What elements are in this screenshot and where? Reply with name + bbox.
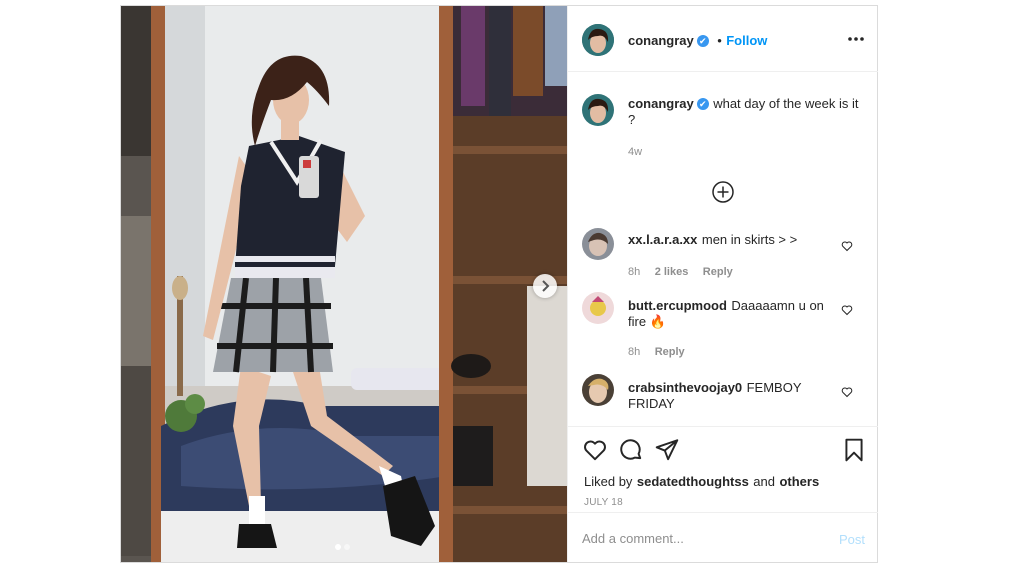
- heart-icon[interactable]: [582, 437, 608, 463]
- caption-body: conangray ✔ what day of the week is it ?: [628, 96, 860, 128]
- ellipsis-icon[interactable]: [847, 30, 865, 48]
- carousel-next-button[interactable]: [533, 274, 557, 298]
- chevron-right-icon: [542, 280, 550, 292]
- add-comment-bar: Post: [568, 512, 878, 562]
- comment-reply-button[interactable]: Reply: [655, 346, 685, 358]
- plus-circle-icon[interactable]: [711, 180, 735, 204]
- comment-age: 8h: [628, 266, 641, 278]
- avatar-image: [582, 374, 614, 406]
- comment-avatar[interactable]: [582, 228, 614, 260]
- comment-input[interactable]: [582, 528, 822, 548]
- carousel-dot-active: [335, 544, 341, 550]
- comment-body: butt.ercupmood Daaaaamn u on fire 🔥: [628, 298, 838, 330]
- header-user-line: conangray ✔ • Follow: [628, 32, 767, 50]
- header-username[interactable]: conangray: [628, 33, 694, 48]
- caption: conangray ✔ what day of the week is it ? …: [568, 72, 878, 172]
- comment-heart-icon[interactable]: [841, 304, 853, 316]
- comment-age: 8h: [628, 346, 641, 358]
- comment-meta: 8h 2 likes Reply: [628, 262, 733, 280]
- comment-username[interactable]: butt.ercupmood: [628, 298, 727, 313]
- comment-body: xx.l.a.r.a.xx men in skirts > >: [628, 232, 838, 248]
- avatar-image: [582, 228, 614, 260]
- post-photo[interactable]: [121, 6, 567, 562]
- post-date: JULY 18: [584, 497, 623, 508]
- liked-by-and: and: [753, 474, 775, 489]
- verified-badge-icon: ✔: [696, 34, 709, 47]
- carousel-dot: [344, 544, 350, 550]
- comments-list[interactable]: conangray ✔ what day of the week is it ? …: [568, 72, 878, 426]
- liked-by-prefix: Liked by: [584, 474, 633, 489]
- comment-heart-icon[interactable]: [841, 240, 853, 252]
- comment-reply-button[interactable]: Reply: [703, 266, 733, 278]
- comment-heart-icon[interactable]: [841, 386, 853, 398]
- header-separator: •: [717, 33, 722, 48]
- post-actions: Liked by sedatedthoughtss and others JUL…: [568, 426, 878, 512]
- comment-icon[interactable]: [618, 437, 644, 463]
- comment-username[interactable]: crabsinthevoojay0: [628, 380, 742, 395]
- comment-avatar[interactable]: [582, 374, 614, 406]
- liked-by-user[interactable]: sedatedthoughtss: [637, 474, 749, 489]
- instagram-post: conangray ✔ • Follow conangray ✔ what da…: [120, 5, 878, 563]
- post-comment-button[interactable]: Post: [839, 532, 865, 547]
- caption-age: 4w: [628, 146, 643, 158]
- comment-item: crabsinthevoojay0 FEMBOY FRIDAY: [568, 370, 878, 426]
- follow-button[interactable]: Follow: [726, 33, 767, 48]
- avatar-image: [582, 24, 614, 56]
- post-details-panel: conangray ✔ • Follow conangray ✔ what da…: [567, 6, 878, 562]
- verified-badge-icon: ✔: [696, 97, 709, 110]
- comment-avatar[interactable]: [582, 292, 614, 324]
- post-image: [121, 6, 567, 562]
- avatar-image: [582, 292, 614, 324]
- comment-item: butt.ercupmood Daaaaamn u on fire 🔥 8h R…: [568, 288, 878, 358]
- comment-username[interactable]: xx.l.a.r.a.xx: [628, 232, 697, 247]
- liked-by-line: Liked by sedatedthoughtss and others: [584, 473, 819, 491]
- bookmark-icon[interactable]: [841, 437, 867, 463]
- avatar[interactable]: [582, 24, 614, 56]
- share-icon[interactable]: [654, 437, 680, 463]
- comment-likes[interactable]: 2 likes: [655, 266, 689, 278]
- comment-text: men in skirts > >: [701, 232, 798, 247]
- liked-by-others[interactable]: others: [779, 474, 819, 489]
- comment-body: crabsinthevoojay0 FEMBOY FRIDAY: [628, 380, 838, 412]
- avatar-image: [582, 94, 614, 126]
- caption-username[interactable]: conangray: [628, 96, 694, 111]
- comment-item: xx.l.a.r.a.xx men in skirts > > 8h 2 lik…: [568, 222, 878, 282]
- post-header: conangray ✔ • Follow: [568, 6, 878, 72]
- carousel-dots: [333, 543, 357, 551]
- comment-meta: 8h Reply: [628, 342, 685, 360]
- caption-avatar[interactable]: [582, 94, 614, 126]
